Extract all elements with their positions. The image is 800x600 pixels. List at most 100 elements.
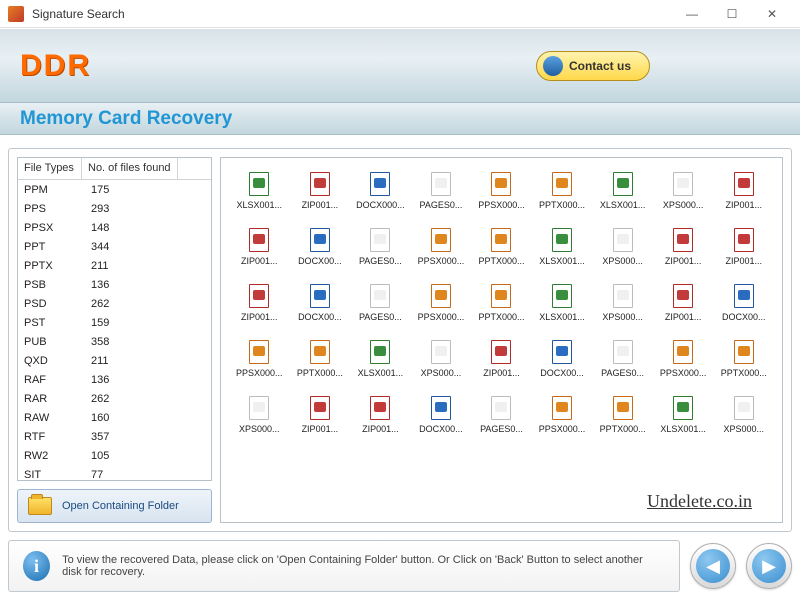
- file-item[interactable]: PAGES0...: [594, 340, 651, 378]
- file-item[interactable]: PPSX000...: [655, 340, 712, 378]
- cell-type: PPTX: [18, 259, 85, 273]
- table-row[interactable]: RW2105: [18, 446, 211, 465]
- file-item[interactable]: PPSX000...: [413, 284, 470, 322]
- file-item[interactable]: DOCX000...: [352, 172, 409, 210]
- file-item[interactable]: XPS000...: [413, 340, 470, 378]
- file-label: XLSX001...: [237, 200, 283, 210]
- file-label: PPSX000...: [418, 312, 465, 322]
- file-item[interactable]: PPTX000...: [473, 284, 530, 322]
- file-item[interactable]: PPTX000...: [473, 228, 530, 266]
- file-item[interactable]: ZIP001...: [473, 340, 530, 378]
- table-row[interactable]: PST159: [18, 313, 211, 332]
- col-file-types[interactable]: File Types: [18, 158, 82, 179]
- table-row[interactable]: RTF357: [18, 427, 211, 446]
- zip-icon: [370, 396, 390, 420]
- contact-us-button[interactable]: Contact us: [536, 51, 650, 81]
- zip-icon: [673, 284, 693, 308]
- file-item[interactable]: XPS000...: [594, 284, 651, 322]
- undelete-link[interactable]: Undelete.co.in: [647, 491, 752, 512]
- file-item[interactable]: ZIP001...: [715, 172, 772, 210]
- zip-icon: [734, 228, 754, 252]
- cell-count: 175: [85, 183, 115, 197]
- xps-icon: [613, 284, 633, 308]
- file-label: ZIP001...: [241, 256, 278, 266]
- table-row[interactable]: RAW160: [18, 408, 211, 427]
- file-item[interactable]: ZIP001...: [655, 284, 712, 322]
- table-row[interactable]: PUB358: [18, 332, 211, 351]
- table-row[interactable]: PPT344: [18, 237, 211, 256]
- table-row[interactable]: PPS293: [18, 199, 211, 218]
- table-row[interactable]: SIT77: [18, 465, 211, 480]
- file-item[interactable]: ZIP001...: [715, 228, 772, 266]
- file-item[interactable]: XLSX001...: [534, 284, 591, 322]
- file-item[interactable]: PPSX000...: [413, 228, 470, 266]
- file-item[interactable]: PAGES0...: [352, 228, 409, 266]
- table-row[interactable]: RAR262: [18, 389, 211, 408]
- file-item[interactable]: DOCX00...: [534, 340, 591, 378]
- cell-count: 262: [85, 392, 115, 406]
- col-files-found[interactable]: No. of files found: [82, 158, 178, 179]
- file-item[interactable]: XLSX001...: [231, 172, 288, 210]
- close-button[interactable]: ✕: [752, 2, 792, 26]
- file-item[interactable]: PAGES0...: [352, 284, 409, 322]
- cell-type: PPT: [18, 240, 85, 254]
- file-item[interactable]: XLSX001...: [352, 340, 409, 378]
- file-item[interactable]: PPSX000...: [473, 172, 530, 210]
- file-item[interactable]: XPS000...: [715, 396, 772, 434]
- file-item[interactable]: PPSX000...: [231, 340, 288, 378]
- file-item[interactable]: DOCX00...: [413, 396, 470, 434]
- file-item[interactable]: XPS000...: [655, 172, 712, 210]
- file-label: XPS000...: [602, 256, 643, 266]
- file-item[interactable]: XPS000...: [231, 396, 288, 434]
- file-item[interactable]: ZIP001...: [655, 228, 712, 266]
- cell-type: PSB: [18, 278, 85, 292]
- file-item[interactable]: DOCX00...: [292, 284, 349, 322]
- table-row[interactable]: PPM175: [18, 180, 211, 199]
- maximize-button[interactable]: ☐: [712, 2, 752, 26]
- file-item[interactable]: PPTX000...: [594, 396, 651, 434]
- file-item[interactable]: DOCX00...: [715, 284, 772, 322]
- file-grid[interactable]: XLSX001...ZIP001...DOCX000...PAGES0...PP…: [221, 158, 782, 522]
- file-item[interactable]: ZIP001...: [231, 284, 288, 322]
- next-button[interactable]: ▶: [746, 543, 792, 589]
- footer: i To view the recovered Data, please cli…: [8, 540, 792, 592]
- file-grid-pane: XLSX001...ZIP001...DOCX000...PAGES0...PP…: [220, 157, 783, 523]
- subtitle: Memory Card Recovery: [20, 108, 232, 130]
- file-label: PPTX000...: [478, 312, 524, 322]
- file-label: XLSX001...: [539, 256, 585, 266]
- file-item[interactable]: PAGES0...: [473, 396, 530, 434]
- file-item[interactable]: XLSX001...: [594, 172, 651, 210]
- file-item[interactable]: PPTX000...: [292, 340, 349, 378]
- open-containing-folder-button[interactable]: Open Containing Folder: [17, 489, 212, 523]
- cell-type: RAF: [18, 373, 85, 387]
- zip-icon: [310, 172, 330, 196]
- table-row[interactable]: QXD211: [18, 351, 211, 370]
- file-item[interactable]: ZIP001...: [292, 172, 349, 210]
- file-item[interactable]: ZIP001...: [231, 228, 288, 266]
- file-item[interactable]: DOCX00...: [292, 228, 349, 266]
- table-row[interactable]: RAF136: [18, 370, 211, 389]
- table-row[interactable]: PSD262: [18, 294, 211, 313]
- file-item[interactable]: ZIP001...: [352, 396, 409, 434]
- file-item[interactable]: XPS000...: [594, 228, 651, 266]
- cell-count: 211: [85, 259, 115, 273]
- table-row[interactable]: PSB136: [18, 275, 211, 294]
- table-row[interactable]: PPSX148: [18, 218, 211, 237]
- table-row[interactable]: PPTX211: [18, 256, 211, 275]
- file-label: PAGES0...: [359, 256, 402, 266]
- file-item[interactable]: PPTX000...: [534, 172, 591, 210]
- cell-count: 148: [85, 221, 115, 235]
- file-item[interactable]: XLSX001...: [534, 228, 591, 266]
- file-item[interactable]: PPSX000...: [534, 396, 591, 434]
- back-button[interactable]: ◀: [690, 543, 736, 589]
- table-body[interactable]: PPM175PPS293PPSX148PPT344PPTX211PSB136PS…: [18, 180, 211, 480]
- pptx-icon: [734, 340, 754, 364]
- file-item[interactable]: PAGES0...: [413, 172, 470, 210]
- ppsx-icon: [431, 228, 451, 252]
- file-item[interactable]: ZIP001...: [292, 396, 349, 434]
- minimize-button[interactable]: —: [672, 2, 712, 26]
- file-item[interactable]: XLSX001...: [655, 396, 712, 434]
- file-item[interactable]: PPTX000...: [715, 340, 772, 378]
- xlsx-icon: [249, 172, 269, 196]
- xps-icon: [673, 172, 693, 196]
